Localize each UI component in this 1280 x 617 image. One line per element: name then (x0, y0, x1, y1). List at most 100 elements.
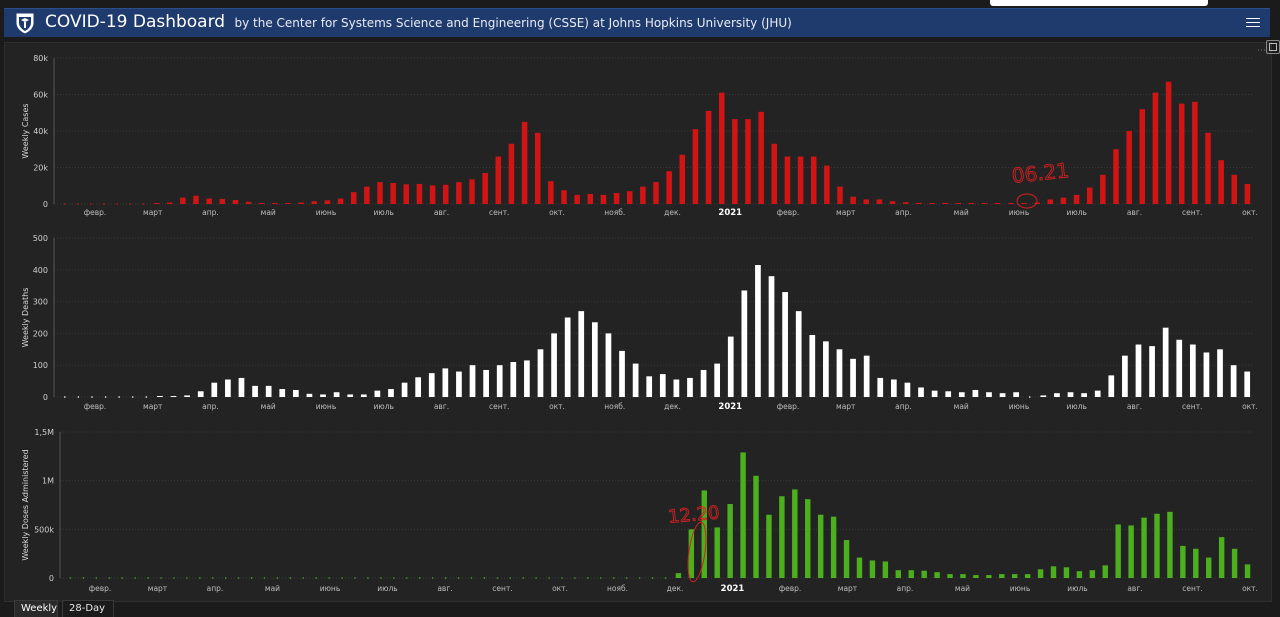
bar-point (211, 577, 214, 579)
bar-point (302, 577, 305, 579)
bar (1178, 103, 1185, 204)
bar (741, 290, 748, 397)
y-tick-label: 80k (33, 54, 48, 63)
bar (252, 385, 258, 397)
x-tick-label: авг. (434, 208, 449, 217)
bar (895, 570, 902, 578)
bar (718, 92, 725, 204)
bar (232, 199, 239, 204)
x-tick-label: март (838, 584, 858, 593)
x-tick-label: июль (1067, 402, 1087, 411)
bar (469, 365, 476, 397)
bar (298, 202, 304, 204)
x-tick-label: февр. (89, 584, 112, 593)
bar (727, 336, 734, 397)
bar (347, 394, 354, 397)
bar (272, 203, 278, 204)
bar (279, 389, 286, 397)
x-tick-label: авг. (437, 584, 452, 593)
bar (578, 311, 585, 397)
bar (942, 202, 948, 204)
x-tick-label: май (954, 402, 969, 411)
bar (675, 573, 682, 578)
bar-point (199, 577, 201, 579)
bar-point (664, 577, 667, 579)
x-tick-label: июнь (1009, 208, 1030, 217)
bar (1135, 344, 1142, 397)
bar (1086, 187, 1093, 204)
bar (626, 191, 633, 204)
x-tick-label: авг. (1127, 402, 1142, 411)
tab-28-day[interactable]: 28-Day (62, 600, 114, 617)
bar (1021, 203, 1027, 204)
x-tick-label: авг. (1127, 208, 1142, 217)
bar (882, 561, 889, 578)
bar (1054, 393, 1060, 397)
bar (1162, 327, 1169, 397)
bar (442, 184, 449, 204)
bar-point (457, 577, 460, 579)
x-tick-label: сент. (1182, 584, 1202, 593)
bar (679, 154, 686, 204)
bar (876, 199, 883, 204)
bar (153, 203, 160, 204)
bar (1060, 197, 1067, 204)
bar (1076, 571, 1083, 578)
x-tick-label: июнь (316, 402, 337, 411)
x-tick-label: февр. (779, 584, 802, 593)
bar-point (173, 577, 175, 579)
bar (265, 385, 272, 397)
bar-point (121, 577, 124, 579)
bar-point (82, 577, 85, 579)
bar-point (328, 577, 330, 579)
bar (1176, 339, 1183, 397)
y-axis-title: Weekly Doses Administered (21, 449, 30, 560)
x-tick-label: март (836, 402, 856, 411)
bar-point (522, 577, 524, 579)
x-tick-label: авг. (434, 402, 449, 411)
x-tick-label: дек. (664, 402, 681, 411)
bar (797, 156, 804, 204)
y-axis-title: Weekly Cases (21, 103, 30, 158)
bar-point (276, 577, 279, 579)
bar-point (224, 577, 227, 579)
annotation-12-20: 12.20 (667, 502, 720, 527)
y-tick-label: 0 (43, 393, 48, 402)
annotation-circle-cases (1016, 193, 1038, 209)
bar (416, 183, 423, 204)
bar (258, 203, 265, 204)
bar-point (599, 577, 602, 579)
y-tick-label: 100 (33, 361, 48, 370)
bar (390, 183, 396, 204)
bar-point (1028, 396, 1031, 398)
x-tick-label: сент. (489, 402, 509, 411)
x-tick-label: май (261, 402, 276, 411)
bar (482, 172, 488, 204)
x-tick-label: дек. (667, 584, 684, 593)
x-tick-label: нояб. (607, 584, 628, 593)
bar-point (63, 396, 66, 398)
bar (1231, 548, 1238, 578)
x-tick-label: февр. (777, 208, 800, 217)
bar (324, 200, 331, 204)
x-tick-label: июнь (1010, 584, 1031, 593)
bar (653, 182, 659, 204)
bar (333, 392, 340, 397)
tab-weekly[interactable]: Weekly (14, 600, 58, 617)
bar (1115, 524, 1121, 578)
x-tick-label: март (143, 402, 163, 411)
bar (809, 334, 816, 397)
bar-point (315, 577, 318, 579)
bar-point (103, 203, 105, 205)
x-tick-label: июнь (316, 208, 337, 217)
bar (824, 165, 830, 204)
bar (534, 132, 541, 204)
bar (510, 362, 517, 397)
bar (245, 201, 252, 204)
bar (537, 349, 544, 397)
bar-point (651, 577, 654, 579)
x-tick-label: нояб. (604, 208, 625, 217)
y-tick-label: 1,5M (34, 428, 54, 437)
bar (377, 182, 383, 204)
bar (574, 194, 580, 204)
